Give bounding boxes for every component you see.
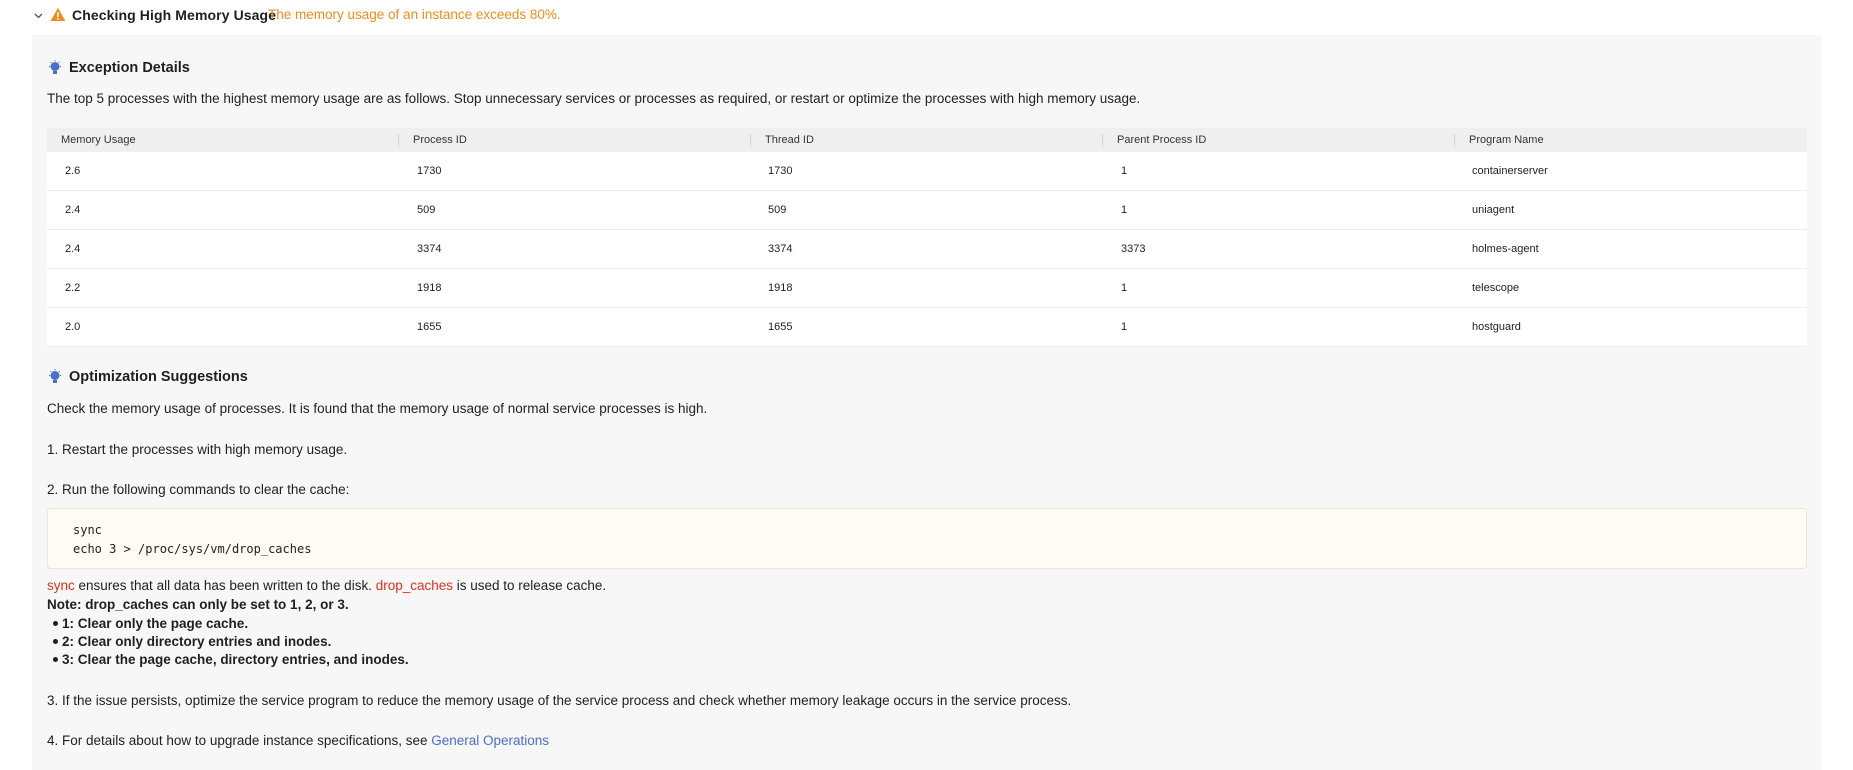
table-cell: 1730 <box>768 165 793 177</box>
optimization-intro: Check the memory usage of processes. It … <box>47 401 708 416</box>
check-item-description: The memory usage of an instance exceeds … <box>268 7 561 22</box>
table-cell: 2.6 <box>65 165 81 177</box>
column-divider <box>398 134 399 147</box>
check-item-title: Checking High Memory Usage <box>72 7 277 23</box>
table-row: 2.4 509 509 1 uniagent <box>47 191 1807 230</box>
step-3: 3. If the issue persists, optimize the s… <box>47 693 1072 708</box>
bullet-dot <box>53 657 58 662</box>
list-item: 1: Clear only the page cache. <box>53 616 248 631</box>
column-header: Parent Process ID <box>1117 134 1207 146</box>
warning-icon <box>50 7 66 23</box>
exception-details-heading: Exception Details <box>48 60 190 76</box>
column-header: Thread ID <box>765 134 814 146</box>
table-cell: uniagent <box>1472 204 1515 216</box>
list-item-text: 1: Clear only the page cache. <box>62 616 249 631</box>
list-item: 2: Clear only directory entries and inod… <box>53 634 331 649</box>
table-cell: 1 <box>1121 321 1128 333</box>
table-cell: 2.4 <box>65 243 81 255</box>
table-cell: holmes-agent <box>1472 243 1539 255</box>
table-cell: 1655 <box>768 321 793 333</box>
table-cell: 3373 <box>1121 243 1146 255</box>
drop-caches-keyword: drop_caches <box>375 578 454 593</box>
exception-details-title: Exception Details <box>69 60 190 76</box>
table-row: 2.0 1655 1655 1 hostguard <box>47 308 1807 347</box>
list-item: 3: Clear the page cache, directory entri… <box>53 652 409 667</box>
lightbulb-icon <box>48 369 62 385</box>
step-1: 1. Restart the processes with high memor… <box>47 442 348 457</box>
table-cell: 1 <box>1121 204 1128 216</box>
table-cell: 2.0 <box>65 321 81 333</box>
command-code-block: sync echo 3 > /proc/sys/vm/drop_caches <box>47 508 1807 569</box>
lightbulb-icon <box>48 60 62 76</box>
table-cell: 509 <box>768 204 787 216</box>
list-item-text: 2: Clear only directory entries and inod… <box>62 634 332 649</box>
table-cell: 1918 <box>417 282 442 294</box>
chevron-down-icon[interactable] <box>33 11 43 21</box>
table-cell: containerserver <box>1472 165 1548 177</box>
table-cell: 2.2 <box>65 282 81 294</box>
table-header: Memory Usage Process ID Thread ID Parent… <box>47 128 1807 152</box>
cache-explanation: sync ensures that all data has been writ… <box>47 578 606 593</box>
explanation-text: ensures that all data has been written t… <box>74 578 376 593</box>
list-item-text: 3: Clear the page cache, directory entri… <box>62 652 409 667</box>
table-cell: 1655 <box>417 321 442 333</box>
exception-summary: The top 5 processes with the highest mem… <box>47 91 1141 106</box>
bullet-dot <box>53 621 58 626</box>
column-divider <box>1102 134 1103 147</box>
bullet-dot <box>53 639 58 644</box>
explanation-text: is used to release cache. <box>453 578 607 593</box>
table-cell: 1918 <box>768 282 793 294</box>
table-cell: 1 <box>1121 282 1128 294</box>
sync-keyword: sync <box>47 578 75 593</box>
column-header: Program Name <box>1469 134 1544 146</box>
table-cell: 1 <box>1121 165 1128 177</box>
table-cell: hostguard <box>1472 321 1521 333</box>
process-table: Memory Usage Process ID Thread ID Parent… <box>47 128 1807 347</box>
column-divider <box>750 134 751 147</box>
table-cell: telescope <box>1472 282 1520 294</box>
step-4: 4. For details about how to upgrade inst… <box>47 733 549 748</box>
optimization-suggestions-heading: Optimization Suggestions <box>48 369 248 385</box>
drop-caches-note: Note: drop_caches can only be set to 1, … <box>47 597 349 612</box>
column-header: Process ID <box>413 134 467 146</box>
optimization-suggestions-title: Optimization Suggestions <box>69 369 248 385</box>
step-2: 2. Run the following commands to clear t… <box>47 482 350 497</box>
column-divider <box>1454 134 1455 147</box>
general-operations-link[interactable]: General Operations <box>431 733 549 748</box>
code-line: echo 3 > /proc/sys/vm/drop_caches <box>73 542 312 556</box>
table-row: 2.2 1918 1918 1 telescope <box>47 269 1807 308</box>
step-4-text: 4. For details about how to upgrade inst… <box>47 733 432 748</box>
check-item-header[interactable]: Checking High Memory Usage The memory us… <box>0 0 1853 34</box>
table-cell: 3374 <box>768 243 793 255</box>
table-cell: 509 <box>417 204 436 216</box>
code-line: sync <box>73 523 102 537</box>
table-cell: 3374 <box>417 243 442 255</box>
table-cell: 2.4 <box>65 204 81 216</box>
column-header: Memory Usage <box>61 134 136 146</box>
table-row: 2.6 1730 1730 1 containerserver <box>47 152 1807 191</box>
table-cell: 1730 <box>417 165 442 177</box>
table-row: 2.4 3374 3374 3373 holmes-agent <box>47 230 1807 269</box>
